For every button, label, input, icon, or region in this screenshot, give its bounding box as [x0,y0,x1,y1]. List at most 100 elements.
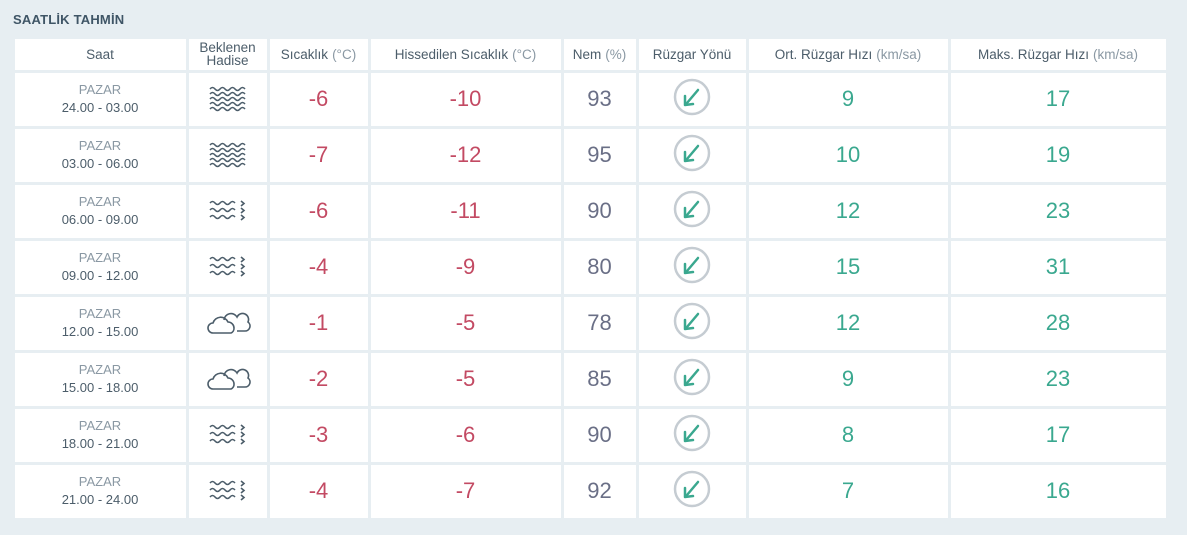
avg-wind-cell: 10 [748,128,948,182]
header-hadise-line2: Hadise [206,53,249,68]
avg-wind-value: 9 [841,366,855,391]
wind-direction-icon [673,358,711,401]
feels-like-cell: -5 [370,296,561,350]
wind-direction-cell [638,72,746,126]
avg-wind-value: 12 [835,310,861,335]
humidity-value: 90 [587,422,612,447]
humidity-cell: 93 [563,72,636,126]
max-wind-value: 19 [1045,142,1071,167]
table-body: PAZAR 24.00 - 03.00 -6 -10 93 9 17 PAZAR 03.00 -… [13,71,1175,519]
time-cell: PAZAR 21.00 - 24.00 [14,464,186,518]
humidity-cell: 90 [563,408,636,462]
max-wind-value: 23 [1045,198,1071,223]
weather-cell [188,240,267,294]
temperature-value: -6 [308,198,329,223]
wind-direction-icon [673,414,711,457]
day-label: PAZAR [78,418,122,433]
avg-wind-value: 9 [841,86,855,111]
header-hadise: Beklenen Hadise [188,38,267,70]
humidity-cell: 90 [563,184,636,238]
wind-direction-cell [638,128,746,182]
wind-direction-icon [673,190,711,233]
humidity-value: 90 [587,198,612,223]
time-cell: PAZAR 18.00 - 21.00 [14,408,186,462]
header-sicaklik-unit: (°C) [332,46,357,62]
max-wind-value: 23 [1045,366,1071,391]
time-cell: PAZAR 24.00 - 03.00 [14,72,186,126]
header-saat: Saat [14,38,186,70]
table-row: PAZAR 18.00 - 21.00 -3 -6 90 8 17 [13,407,1175,463]
time-cell: PAZAR 06.00 - 09.00 [14,184,186,238]
header-hissedilen-unit: (°C) [512,46,537,62]
fog-icon [208,86,248,112]
section-title: SAATLİK TAHMİN [13,12,125,27]
max-wind-cell: 17 [950,72,1166,126]
temperature-value: -1 [308,310,329,335]
feels-like-value: -12 [449,142,482,167]
avg-wind-value: 7 [841,478,855,503]
header-sicaklik: Sıcaklık (°C) [269,38,368,70]
max-wind-value: 17 [1045,422,1071,447]
header-ort-ruzgar: Ort. Rüzgar Hızı (km/sa) [748,38,948,70]
fog-snow-icon [208,478,248,504]
weather-cell [188,408,267,462]
humidity-cell: 78 [563,296,636,350]
wind-direction-cell [638,408,746,462]
time-range: 24.00 - 03.00 [61,100,139,115]
weather-cell [188,128,267,182]
feels-like-cell: -9 [370,240,561,294]
header-ort-unit: (km/sa) [876,46,922,62]
time-range: 06.00 - 09.00 [61,212,139,227]
temperature-cell: -6 [269,184,368,238]
avg-wind-cell: 7 [748,464,948,518]
wind-direction-cell [638,464,746,518]
time-cell: PAZAR 12.00 - 15.00 [14,296,186,350]
humidity-cell: 80 [563,240,636,294]
temperature-cell: -4 [269,464,368,518]
table-row: PAZAR 21.00 - 24.00 -4 -7 92 7 16 [13,463,1175,519]
day-label: PAZAR [78,474,122,489]
feels-like-value: -5 [455,366,476,391]
header-nem-label: Nem [572,46,602,62]
fog-icon [208,142,248,168]
max-wind-cell: 17 [950,408,1166,462]
feels-like-cell: -12 [370,128,561,182]
day-label: PAZAR [78,138,122,153]
day-label: PAZAR [78,362,122,377]
max-wind-value: 16 [1045,478,1071,503]
humidity-value: 85 [587,366,612,391]
humidity-cell: 95 [563,128,636,182]
fog-snow-icon [208,422,248,448]
time-range: 09.00 - 12.00 [61,268,139,283]
max-wind-cell: 23 [950,184,1166,238]
temperature-value: -3 [308,422,329,447]
temperature-cell: -3 [269,408,368,462]
wind-direction-icon [673,470,711,513]
temperature-value: -4 [308,478,329,503]
header-nem: Nem (%) [563,38,636,70]
humidity-cell: 92 [563,464,636,518]
header-maks-label: Maks. Rüzgar Hızı [977,46,1090,62]
max-wind-value: 17 [1045,86,1071,111]
max-wind-value: 28 [1045,310,1071,335]
time-cell: PAZAR 15.00 - 18.00 [14,352,186,406]
day-label: PAZAR [78,250,122,265]
avg-wind-cell: 15 [748,240,948,294]
feels-like-value: -9 [455,254,476,279]
avg-wind-cell: 12 [748,296,948,350]
temperature-value: -7 [308,142,329,167]
time-range: 15.00 - 18.00 [61,380,139,395]
max-wind-cell: 19 [950,128,1166,182]
time-range: 12.00 - 15.00 [61,324,139,339]
avg-wind-cell: 8 [748,408,948,462]
day-label: PAZAR [78,82,122,97]
header-hissedilen: Hissedilen Sıcaklık (°C) [370,38,561,70]
feels-like-value: -5 [455,310,476,335]
header-ruzgar-yonu: Rüzgar Yönü [638,38,746,70]
humidity-value: 80 [587,254,612,279]
temperature-cell: -7 [269,128,368,182]
feels-like-cell: -5 [370,352,561,406]
weather-cell [188,352,267,406]
header-sicaklik-label: Sıcaklık [280,46,329,62]
table-row: PAZAR 06.00 - 09.00 -6 -11 90 12 23 [13,183,1175,239]
